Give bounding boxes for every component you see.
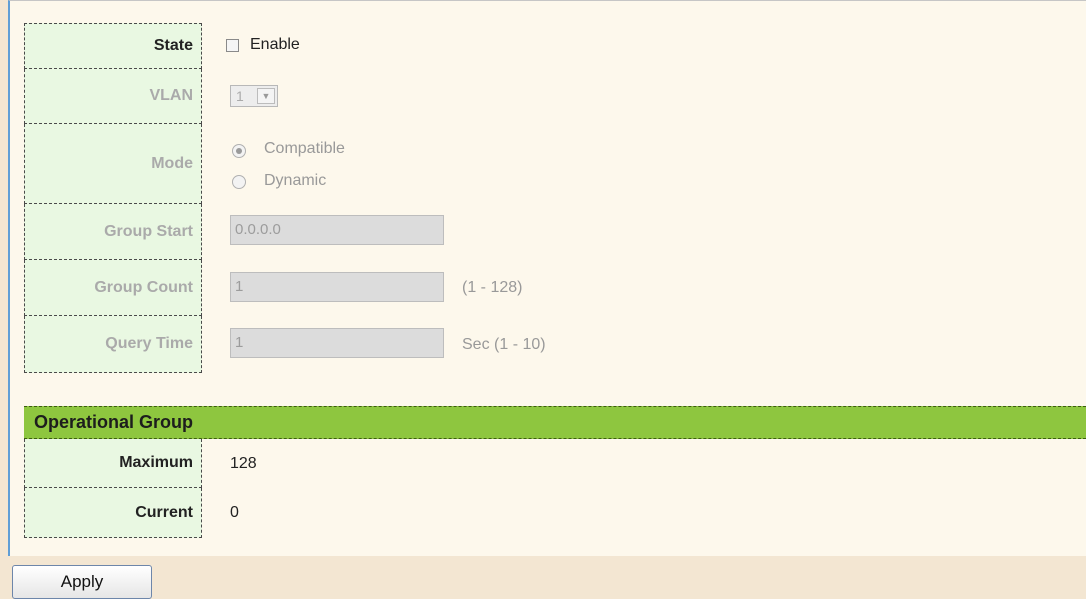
current-label: Current <box>24 488 202 538</box>
query-time-input[interactable]: 1 <box>230 328 444 358</box>
maximum-value: 128 <box>230 455 257 472</box>
apply-button[interactable]: Apply <box>12 565 152 599</box>
group-start-label: Group Start <box>24 204 202 260</box>
settings-panel: State Enable VLAN 1 ▼ Mode Compatible Dy… <box>8 0 1086 556</box>
mode-compatible-radio[interactable] <box>232 144 246 158</box>
state-enable-label: Enable <box>250 36 300 53</box>
vlan-select-value: 1 <box>236 88 244 104</box>
maximum-label: Maximum <box>24 439 202 488</box>
mode-dynamic-label: Dynamic <box>264 172 327 189</box>
group-count-range-hint: (1 - 128) <box>462 279 523 296</box>
chevron-down-icon: ▼ <box>257 88 275 104</box>
mode-compatible-label: Compatible <box>264 140 345 157</box>
current-value: 0 <box>230 504 239 521</box>
group-count-row: Group Count 1 (1 - 128) <box>10 260 1086 316</box>
group-start-input[interactable]: 0.0.0.0 <box>230 215 444 245</box>
mode-row: Mode Compatible Dynamic <box>10 124 1086 204</box>
vlan-select[interactable]: 1 ▼ <box>230 85 278 107</box>
maximum-row: Maximum 128 <box>10 439 1086 488</box>
operational-group-header: Operational Group <box>24 406 1086 439</box>
state-row: State Enable <box>10 23 1086 69</box>
query-time-range-hint: Sec (1 - 10) <box>462 336 546 353</box>
group-count-input[interactable]: 1 <box>230 272 444 302</box>
current-row: Current 0 <box>10 488 1086 538</box>
mode-label: Mode <box>24 124 202 204</box>
vlan-label: VLAN <box>24 69 202 124</box>
query-time-label: Query Time <box>24 316 202 373</box>
vlan-row: VLAN 1 ▼ <box>10 69 1086 124</box>
mode-dynamic-radio[interactable] <box>232 175 246 189</box>
state-enable-checkbox[interactable] <box>226 39 239 52</box>
group-count-label: Group Count <box>24 260 202 316</box>
state-label: State <box>24 23 202 69</box>
query-time-row: Query Time 1 Sec (1 - 10) <box>10 316 1086 373</box>
group-start-row: Group Start 0.0.0.0 <box>10 204 1086 260</box>
